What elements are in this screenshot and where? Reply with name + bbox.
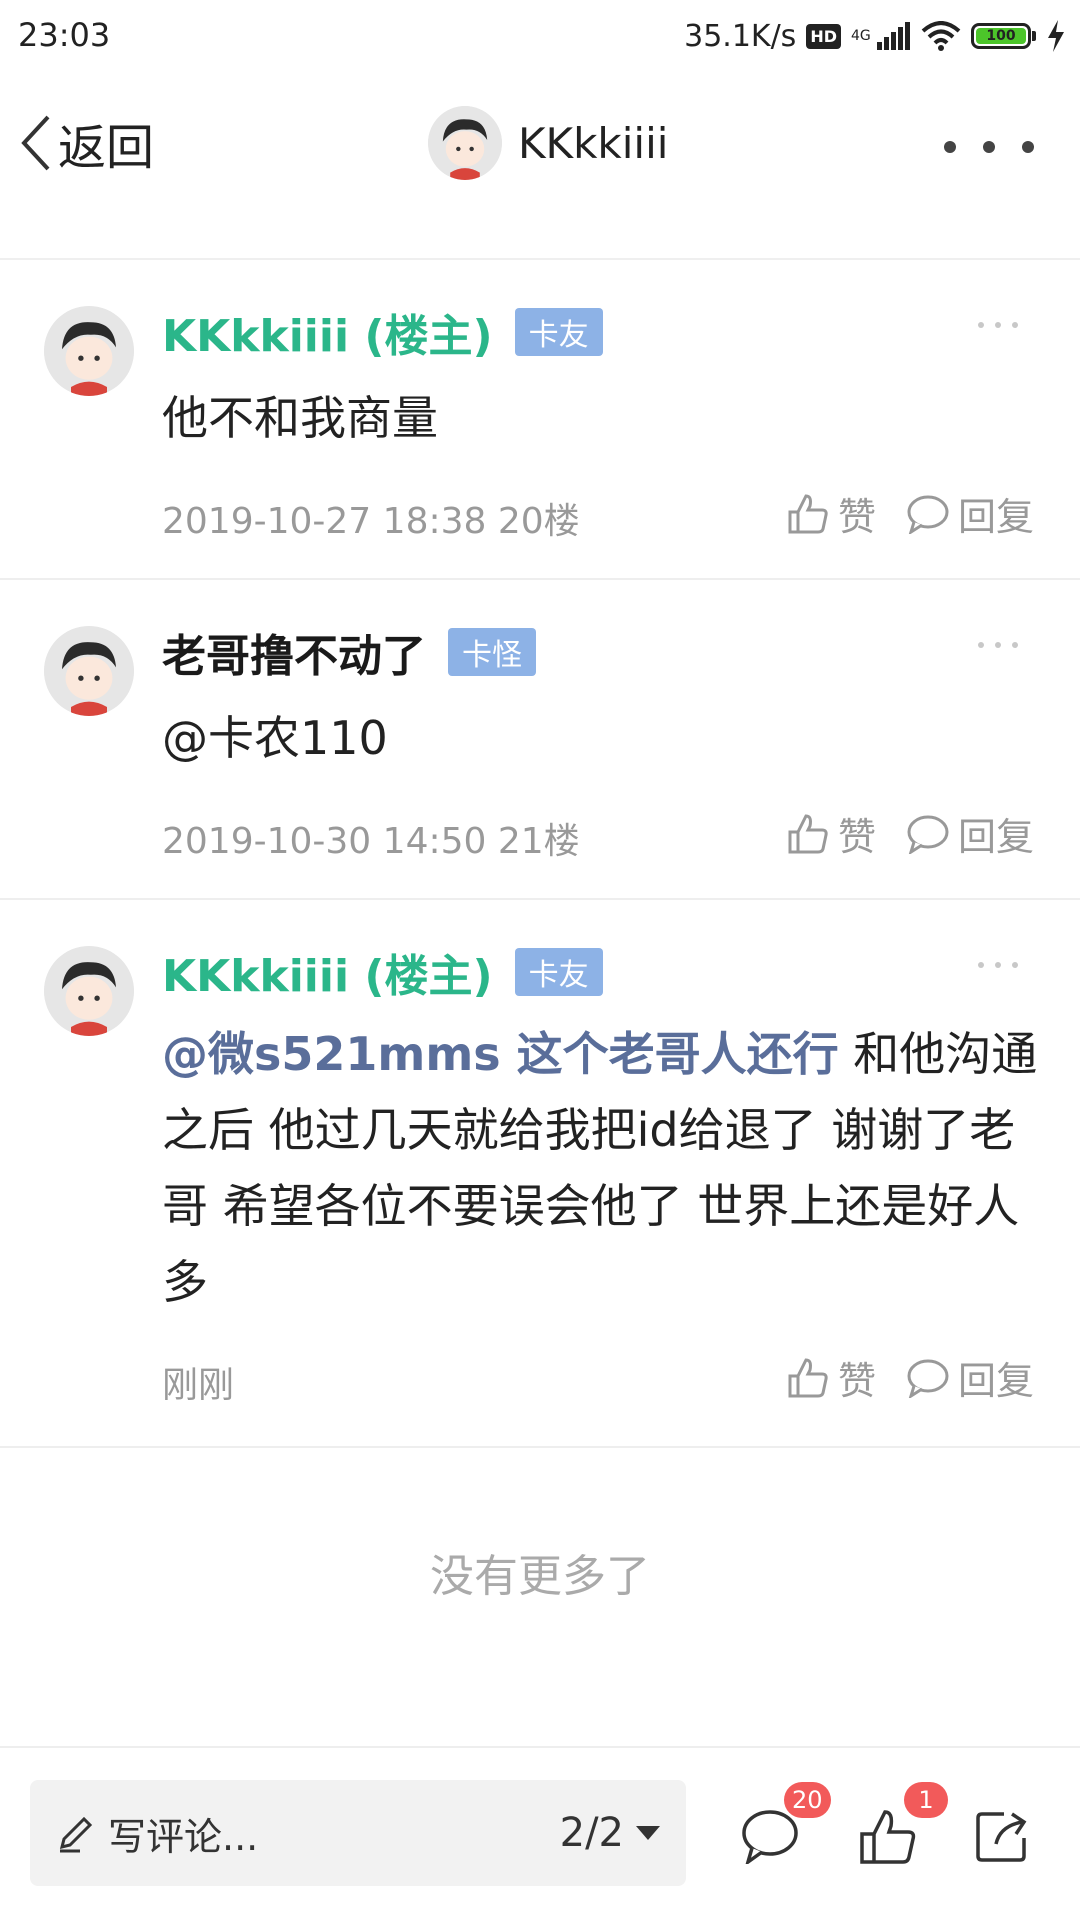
back-label: 返回 [58, 120, 155, 176]
network-type-icon: 4G [851, 28, 871, 44]
reply-label: 回复 [957, 1359, 1034, 1403]
post-content: @微s521mms 这个老哥人还行 和他沟通之后 他过几天就给我把id给退了 谢… [162, 1016, 1042, 1320]
header-username: KKkkiiii [518, 118, 669, 168]
post-item: KKkkiiii (楼主) 卡友 他不和我商量 2019-10-27 18:38… [0, 260, 1080, 580]
battery-level: 100 [976, 28, 1026, 44]
thumbs-up-icon [788, 1357, 828, 1397]
post-menu-button[interactable] [978, 322, 1018, 328]
post-item: KKkkiiii (楼主) 卡友 @微s521mms 这个老哥人还行 和他沟通之… [0, 900, 1080, 1448]
like-label: 赞 [837, 815, 876, 859]
thumbs-up-icon [860, 1810, 916, 1864]
thumbs-up-icon [788, 813, 828, 853]
share-button[interactable] [974, 1808, 1030, 1868]
comment-icon [742, 1810, 798, 1867]
status-bar: 23:03 35.1K/s HD 4G 100 [0, 0, 1080, 72]
post-author[interactable]: 老哥撸不动了 [162, 620, 426, 684]
like-button[interactable]: 赞 [786, 1350, 876, 1405]
post-content: @卡农110 [162, 711, 388, 765]
status-icons: 35.1K/s HD 4G 100 [684, 14, 1066, 58]
like-label: 赞 [837, 1359, 876, 1403]
post-author[interactable]: KKkkiiii (楼主) [162, 300, 493, 364]
avatar[interactable] [44, 946, 134, 1036]
comment-placeholder: 写评论... [108, 1814, 259, 1859]
page-indicator[interactable]: 2/2 [560, 1810, 624, 1856]
like-button[interactable]: 赞 [786, 806, 876, 861]
network-speed: 35.1K/s [684, 18, 797, 54]
comment-input[interactable]: 写评论... 2/2 [30, 1780, 686, 1886]
more-icon [944, 141, 956, 153]
post-menu-button[interactable] [978, 642, 1018, 648]
avatar [428, 106, 502, 180]
like-label: 赞 [837, 495, 876, 539]
header-user[interactable]: KKkkiiii [428, 106, 668, 180]
like-post-button[interactable]: 1 [858, 1782, 948, 1870]
comment-icon [907, 495, 949, 534]
chevron-left-icon [21, 115, 50, 171]
avatar[interactable] [44, 306, 134, 396]
pencil-icon [59, 1816, 93, 1853]
charging-icon [1048, 20, 1064, 52]
post-author[interactable]: KKkkiiii (楼主) [162, 940, 493, 1004]
share-icon [976, 1812, 1027, 1862]
comment-count-badge: 20 [784, 1782, 831, 1818]
thumbs-up-icon [788, 493, 828, 533]
reply-label: 回复 [957, 495, 1034, 539]
mention-link[interactable]: @微s521mms 这个老哥人还行 [162, 1027, 839, 1081]
bottom-toolbar: 写评论... 2/2 20 1 [0, 1746, 1080, 1920]
like-button[interactable]: 赞 [786, 486, 876, 541]
comment-icon [907, 815, 949, 854]
hd-icon: HD [806, 23, 841, 49]
comments-button[interactable]: 20 [740, 1782, 831, 1868]
battery-icon: 100 [971, 23, 1036, 49]
end-of-list-text: 没有更多了 [430, 1551, 650, 1602]
like-count-badge: 1 [904, 1782, 948, 1818]
post-content: 他不和我商量 [162, 391, 438, 445]
reply-button[interactable]: 回复 [906, 486, 1034, 541]
top-nav: 返回 KKkkiiii [0, 72, 1080, 222]
status-time: 23:03 [18, 16, 111, 54]
post-menu-button[interactable] [978, 962, 1018, 968]
post-meta: 刚刚 [162, 1365, 235, 1406]
reply-label: 回复 [957, 815, 1034, 859]
user-badge: 卡友 [514, 308, 603, 356]
post-item: 老哥撸不动了 卡怪 @卡农110 2019-10-30 14:50 21楼 赞 … [0, 580, 1080, 900]
signal-icon [877, 22, 910, 50]
post-meta: 2019-10-30 14:50 21楼 [162, 821, 580, 862]
user-badge: 卡怪 [448, 628, 536, 676]
user-badge: 卡友 [514, 948, 603, 996]
more-options-button[interactable] [944, 132, 1034, 162]
reply-button[interactable]: 回复 [906, 806, 1034, 861]
reply-button[interactable]: 回复 [906, 1350, 1034, 1405]
post-meta: 2019-10-27 18:38 20楼 [162, 501, 580, 542]
avatar[interactable] [44, 626, 134, 716]
wifi-icon [921, 21, 961, 51]
caret-down-icon[interactable] [636, 1826, 660, 1840]
back-button[interactable]: 返回 [20, 108, 154, 178]
comment-icon [907, 1359, 949, 1398]
